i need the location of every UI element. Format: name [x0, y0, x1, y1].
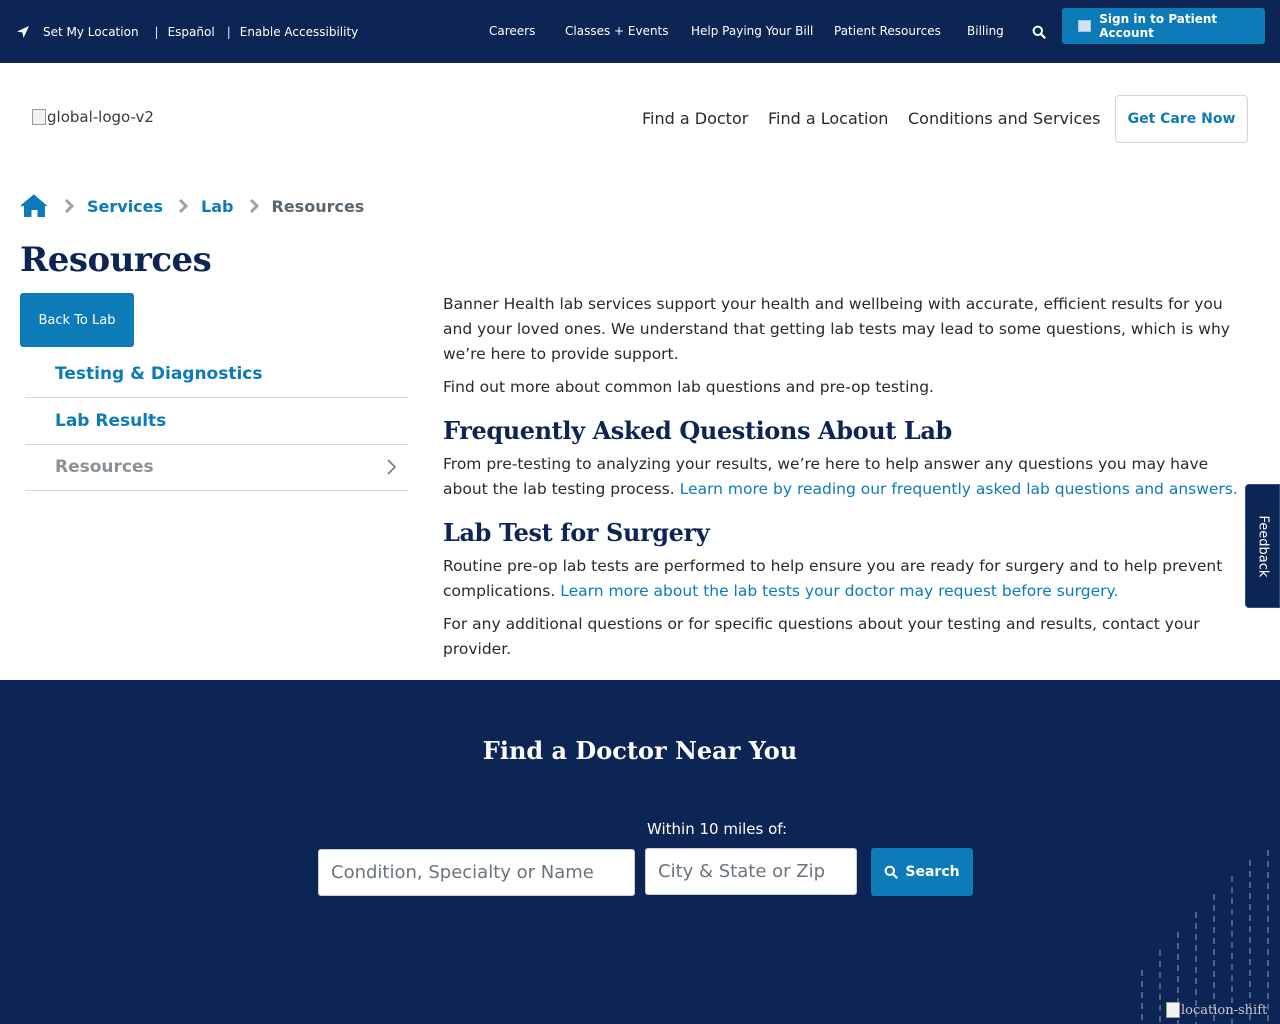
- sidebar-item-label: Lab Results: [55, 411, 167, 431]
- faq-paragraph: From pre-testing to analyzing your resul…: [443, 452, 1253, 502]
- search-icon: [884, 865, 899, 879]
- sign-in-button[interactable]: Sign in to Patient Account: [1062, 8, 1265, 44]
- utility-link-careers[interactable]: Careers: [489, 24, 535, 38]
- site-logo[interactable]: global-logo-v2: [32, 108, 154, 126]
- sidebar-item-label: Resources: [55, 457, 154, 477]
- feedback-label: Feedback: [1255, 515, 1271, 577]
- utility-bar: Set My Location | Español | Enable Acces…: [0, 0, 1280, 63]
- broken-image-icon: [1166, 1002, 1180, 1018]
- sign-in-label: Sign in to Patient Account: [1099, 12, 1218, 40]
- intro-paragraph: Banner Health lab services support your …: [443, 295, 1230, 363]
- get-care-now-button[interactable]: Get Care Now: [1115, 95, 1248, 143]
- sidebar-item-resources[interactable]: Resources: [25, 444, 408, 491]
- page-title: Resources: [20, 240, 212, 280]
- location-image-alt: location-shift: [1181, 1002, 1268, 1018]
- search-label: Search: [905, 864, 960, 880]
- closing-paragraph: For any additional questions or for spec…: [443, 615, 1200, 658]
- nav-find-doctor[interactable]: Find a Doctor: [642, 109, 748, 128]
- chevron-right-icon: [177, 198, 189, 214]
- divider: |: [226, 24, 231, 39]
- breadcrumb: Services Lab Resources: [20, 192, 364, 220]
- language-link[interactable]: Español: [168, 25, 215, 39]
- within-miles-label: Within 10 miles of:: [647, 820, 788, 838]
- logo-alt-text: global-logo-v2: [47, 108, 154, 126]
- chevron-right-icon: [248, 198, 260, 214]
- utility-link-help-paying[interactable]: Help Paying Your Bill: [691, 24, 813, 38]
- home-icon[interactable]: [20, 193, 49, 219]
- decorative-lines: [1141, 850, 1269, 1024]
- sidebar-item-testing-diagnostics[interactable]: Testing & Diagnostics: [25, 351, 408, 398]
- nav-conditions-services[interactable]: Conditions and Services: [908, 109, 1100, 128]
- chevron-right-icon: [386, 458, 398, 476]
- chevron-right-icon: [63, 198, 75, 214]
- nav-find-location[interactable]: Find a Location: [768, 109, 888, 128]
- utility-link-billing[interactable]: Billing: [967, 24, 1004, 38]
- condition-search-input[interactable]: [318, 849, 635, 896]
- find-doctor-section: Find a Doctor Near You Within 10 miles o…: [0, 680, 1280, 1024]
- broken-image-icon: [32, 109, 46, 125]
- sidebar-item-lab-results[interactable]: Lab Results: [25, 398, 408, 445]
- account-icon: [1078, 20, 1092, 32]
- accessibility-link[interactable]: Enable Accessibility: [240, 25, 359, 39]
- location-image: location-shift: [1166, 1002, 1267, 1018]
- surgery-paragraph: Routine pre-op lab tests are performed t…: [443, 554, 1253, 604]
- sidebar-item-label: Testing & Diagnostics: [55, 364, 263, 384]
- search-icon[interactable]: [1032, 24, 1046, 39]
- set-location-link[interactable]: Set My Location: [43, 25, 139, 39]
- divider: |: [154, 24, 159, 39]
- utility-left: Set My Location | Español | Enable Acces…: [16, 0, 358, 63]
- utility-link-classes-events[interactable]: Classes + Events: [565, 24, 669, 38]
- breadcrumb-lab[interactable]: Lab: [201, 197, 233, 216]
- city-zip-input[interactable]: [645, 848, 857, 895]
- intro-paragraph-2: Find out more about common lab questions…: [443, 378, 934, 396]
- main-content: Banner Health lab services support your …: [443, 292, 1253, 670]
- faq-heading: Frequently Asked Questions About Lab: [443, 416, 952, 445]
- location-arrow-icon[interactable]: [16, 25, 30, 39]
- feedback-tab[interactable]: Feedback: [1245, 484, 1280, 608]
- surgery-link[interactable]: Learn more about the lab tests your doct…: [560, 582, 1118, 600]
- surgery-heading: Lab Test for Surgery: [443, 518, 710, 547]
- breadcrumb-current: Resources: [271, 196, 365, 216]
- faq-link[interactable]: Learn more by reading our frequently ask…: [680, 480, 1238, 498]
- find-doctor-title: Find a Doctor Near You: [482, 736, 798, 765]
- back-to-lab-button[interactable]: Back To Lab: [20, 293, 134, 347]
- breadcrumb-services[interactable]: Services: [87, 197, 163, 216]
- utility-link-patient-resources[interactable]: Patient Resources: [834, 24, 941, 38]
- doctor-search-button[interactable]: Search: [871, 848, 973, 896]
